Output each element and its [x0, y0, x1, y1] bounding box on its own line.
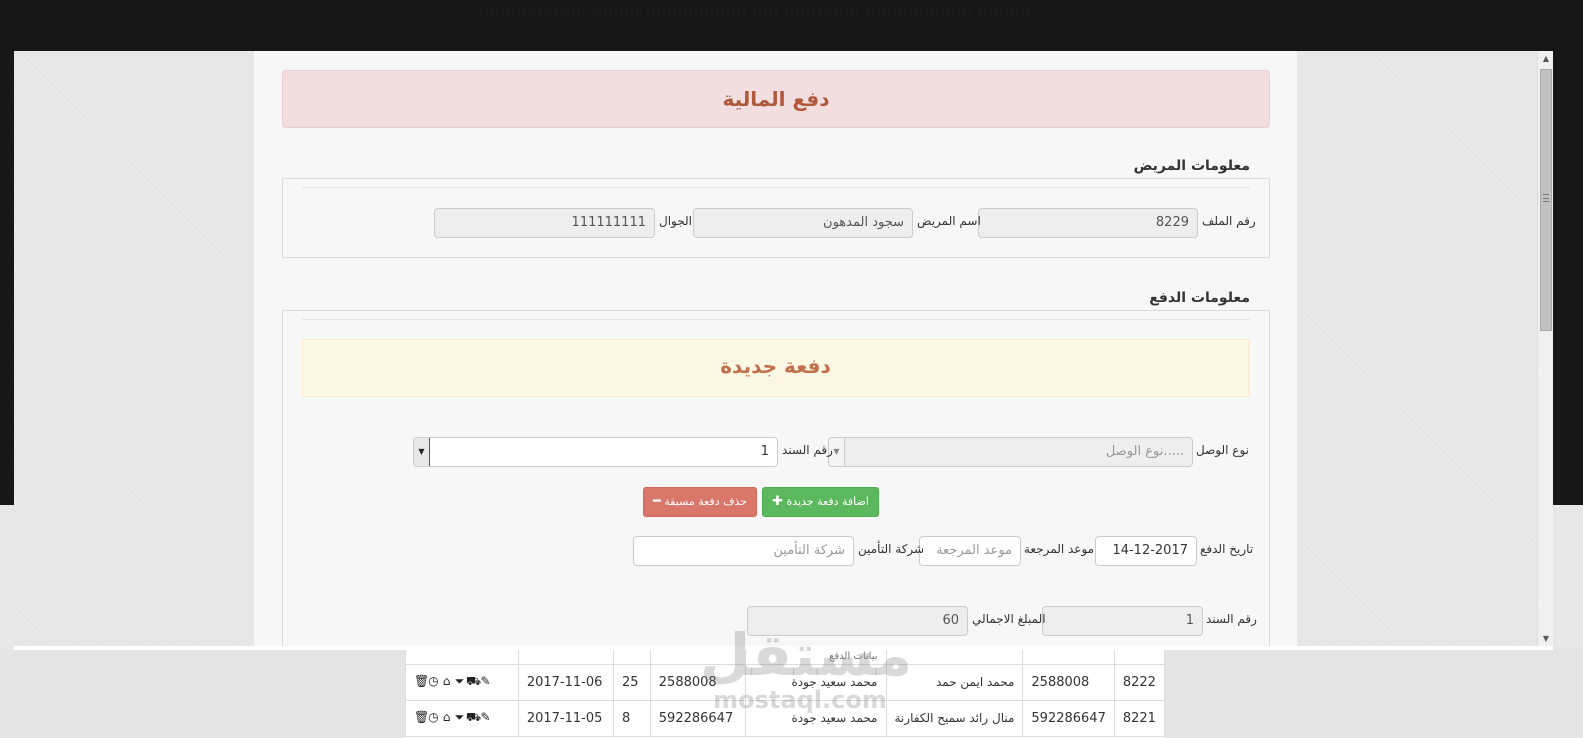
insurance-field[interactable]: شركة التأمين	[633, 536, 854, 566]
home-icon[interactable]: ⌂	[440, 710, 453, 724]
payment-date-label: تاريخ الدفع	[1200, 542, 1254, 556]
patient-name-label: اسم المريض	[917, 214, 981, 228]
review-date-label: موعد المرجعة	[1024, 542, 1095, 556]
patient-info-legend-line	[302, 187, 1250, 188]
row-date: 2017-11-05	[517, 699, 614, 737]
mobile-label: الجوال	[659, 214, 692, 228]
patient-info-legend: معلومات المريض	[1133, 158, 1250, 174]
watermark-arabic: مستقل	[700, 621, 913, 689]
new-payment-title: دفعة جديدة	[720, 354, 831, 378]
scrollbar-thumb[interactable]	[1540, 69, 1552, 331]
watermark-latin: mostaql.com	[713, 686, 887, 714]
row-id: 8222	[1113, 663, 1166, 701]
bond-number-select[interactable]: ▼ 1	[413, 437, 778, 467]
clock-icon[interactable]: ◷	[427, 710, 440, 724]
clock-icon[interactable]: ◷	[427, 674, 440, 688]
edit-icon[interactable]: ✎	[479, 710, 492, 724]
trash-icon[interactable]: 🗑	[414, 710, 429, 724]
insurance-label: شركة التأمين	[858, 542, 925, 556]
bond-number2-label: رقم السند	[1206, 612, 1257, 626]
row-patient: منال رائد سميح الكفارنة	[885, 699, 1024, 737]
receipt-type-select[interactable]: ▼ نوع الوصل.....	[828, 437, 1193, 467]
total-amount-label: المبلغ الاجمالي	[972, 612, 1046, 626]
watermark: مستقل mostaql.com	[700, 621, 913, 722]
payment-info-legend-line	[302, 319, 1250, 320]
table-cell	[405, 650, 519, 665]
right-dark-margin	[1553, 0, 1583, 505]
file-number-field[interactable]: 8229	[978, 208, 1198, 238]
filter-icon[interactable]: ⏷	[453, 710, 466, 725]
table-cell	[517, 650, 614, 665]
table-cell	[1113, 650, 1166, 665]
row-amount: 8	[612, 699, 651, 737]
new-payment-banner: دفعة جديدة	[302, 339, 1249, 397]
cart-icon[interactable]: ⛟	[466, 674, 481, 690]
minus-icon: ━	[652, 494, 661, 509]
page-title: دفع المالية	[722, 87, 830, 111]
row-mobile: 592286647	[1022, 699, 1115, 737]
home-icon[interactable]: ⌂	[440, 674, 453, 688]
scroll-up-arrow-icon[interactable]: ▲	[1538, 51, 1554, 67]
receipt-type-label: نوع الوصل	[1196, 443, 1249, 457]
row-amount: 25	[612, 663, 651, 701]
dropdown-arrow-icon[interactable]: ▼	[414, 438, 430, 466]
top-bar-blurred-text: :::::::::::::::::::: ::::::::: :::::::::…	[480, 6, 1032, 17]
delete-payment-button[interactable]: ━ حذف دفعة مسبقة	[643, 487, 757, 517]
cart-icon[interactable]: ⛟	[466, 710, 481, 726]
file-number-label: رقم الملف	[1202, 214, 1256, 228]
vertical-scrollbar[interactable]: ▲ ▼	[1537, 51, 1553, 647]
payment-date-field[interactable]: 14-12-2017	[1095, 536, 1197, 566]
left-dark-margin	[0, 0, 14, 505]
bond-number-label: رقم السند	[782, 443, 833, 457]
bond-number-value: 1	[760, 444, 769, 459]
plus-icon: ✚	[772, 494, 783, 509]
mobile-field[interactable]: 111111111	[434, 208, 655, 238]
trash-icon[interactable]: 🗑	[414, 674, 429, 688]
review-date-placeholder: موعد المرجعة	[936, 543, 1012, 558]
review-date-field[interactable]: موعد المرجعة	[919, 536, 1021, 566]
table-cell	[612, 650, 651, 665]
add-payment-button-label: اضافة دفعة جديدة	[786, 495, 869, 508]
add-payment-button[interactable]: ✚ اضافة دفعة جديدة	[762, 487, 879, 517]
insurance-placeholder: شركة التأمين	[773, 543, 845, 558]
receipt-type-placeholder: نوع الوصل.....	[1105, 444, 1184, 459]
table-cell	[1022, 650, 1115, 665]
page-title-banner: دفع المالية	[282, 70, 1270, 128]
edit-icon[interactable]: ✎	[479, 674, 492, 688]
row-actions: 🗑◷ ⌂ ⏷ ⛟✎	[405, 663, 519, 701]
patient-name-field[interactable]: سجود المدهون	[693, 208, 913, 238]
row-id: 8221	[1113, 699, 1166, 737]
row-actions: 🗑◷ ⌂ ⏷ ⛟✎	[405, 699, 519, 737]
filter-icon[interactable]: ⏷	[453, 674, 466, 689]
payment-info-legend: معلومات الدفع	[1149, 290, 1250, 306]
row-date: 2017-11-06	[517, 663, 614, 701]
scrollbar-grip-icon	[1543, 194, 1549, 202]
scroll-down-arrow-icon[interactable]: ▼	[1538, 631, 1554, 647]
bond-number2-field[interactable]: 1	[1042, 606, 1203, 636]
delete-payment-button-label: حذف دفعة مسبقة	[664, 495, 748, 508]
row-mobile: 2588008	[1022, 663, 1115, 701]
